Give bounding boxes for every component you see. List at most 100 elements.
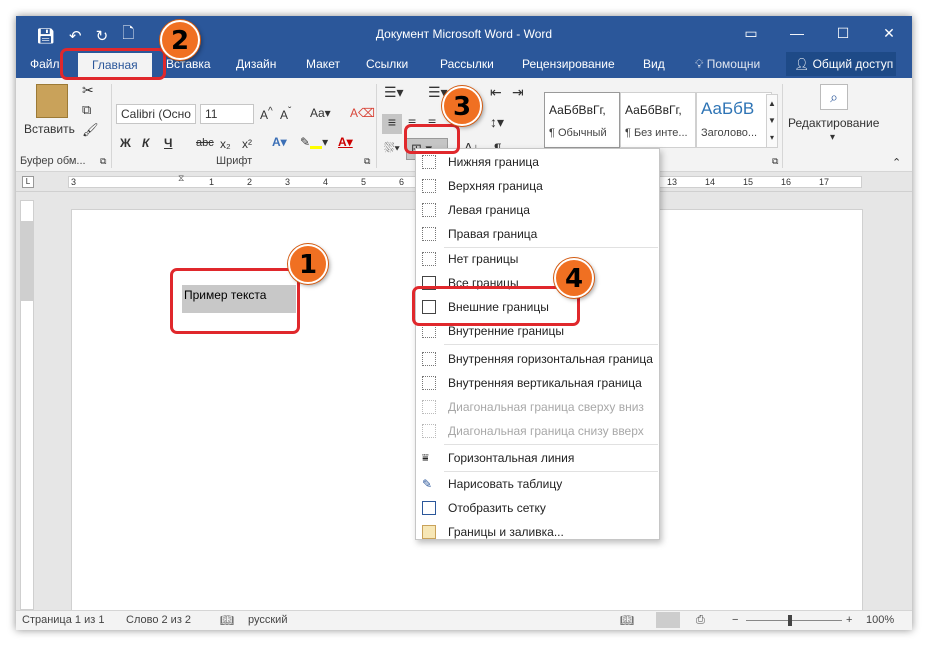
copy-icon[interactable]: ⧉ — [82, 102, 91, 118]
inside-vertical-border-icon — [422, 376, 436, 390]
bold-button[interactable]: Ж — [120, 136, 131, 150]
inside-borders-icon — [422, 324, 436, 338]
tab-view[interactable]: Вид — [643, 50, 665, 78]
close-button[interactable]: ✕ — [866, 16, 912, 50]
tab-review[interactable]: Рецензирование — [522, 50, 615, 78]
font-color-icon[interactable]: A▾ — [338, 135, 353, 149]
clipboard-launcher-icon[interactable]: ⧉ — [100, 156, 106, 167]
font-name-box[interactable]: Calibri (Осно — [116, 104, 196, 124]
collapse-ribbon-icon[interactable]: ⌃ — [892, 156, 901, 169]
format-painter-icon[interactable]: 🖌︎ — [82, 122, 99, 138]
clipboard-group-label: Буфер обм... — [20, 155, 86, 167]
highlight-swatch — [310, 146, 323, 149]
cut-icon[interactable]: ✂ — [82, 82, 94, 99]
ruler-number: 2 — [247, 177, 253, 187]
step-badge-2: 2 — [160, 20, 200, 60]
tab-file[interactable]: Файл — [30, 50, 60, 78]
style-no-spacing[interactable]: АаБбВвГг, ¶ Без инте... — [620, 92, 696, 148]
menu-item-no-border[interactable]: Нет границы — [416, 247, 659, 271]
tab-selector-icon[interactable]: L — [22, 176, 34, 188]
style-normal[interactable]: АаБбВвГг, ¶ Обычный — [544, 92, 620, 148]
strikethrough-button[interactable]: abc — [196, 137, 214, 149]
zoom-level[interactable]: 100% — [866, 614, 894, 626]
search-icon[interactable]: ⌕ — [820, 84, 848, 110]
word-window: 💾︎ ↶ ↻ 🗋︎ Документ Microsoft Word - Word… — [16, 16, 912, 630]
diagonal-up-border-icon — [422, 424, 436, 438]
menu-item-label: Нет границы — [448, 252, 519, 266]
decrease-indent-icon[interactable]: ⇤ — [490, 84, 502, 101]
diagonal-down-border-icon — [422, 400, 436, 414]
menu-item-view-gridlines[interactable]: Отобразить сетку — [416, 496, 659, 520]
shading-icon[interactable]: ⛆▾ — [384, 140, 400, 156]
menu-item-horizontal-line[interactable]: ⩸ Горизонтальная линия — [416, 446, 659, 470]
increase-indent-icon[interactable]: ⇥ — [512, 84, 524, 101]
tab-design[interactable]: Дизайн — [236, 50, 276, 78]
menu-item-draw-table[interactable]: ✎ Нарисовать таблицу — [416, 472, 659, 496]
font-group-label: Шрифт — [216, 155, 253, 167]
no-border-icon — [422, 252, 436, 266]
menu-item-left-border[interactable]: Левая граница — [416, 198, 659, 222]
horizontal-line-icon: ⩸ — [422, 452, 429, 464]
superscript-button[interactable]: x² — [242, 137, 252, 151]
print-layout-icon[interactable] — [656, 612, 680, 628]
line-spacing-icon[interactable]: ↕▾ — [490, 114, 504, 131]
grow-font-icon[interactable]: A^ — [260, 106, 273, 122]
paste-button[interactable]: Вставить — [24, 122, 75, 136]
text-effects-icon[interactable]: A▾ — [272, 135, 287, 149]
zoom-slider[interactable] — [746, 620, 842, 621]
menu-item-label: Нижняя граница — [448, 155, 539, 169]
menu-item-inside-horizontal-border[interactable]: Внутренняя горизонтальная граница — [416, 347, 659, 371]
change-case-icon[interactable]: Aa▾ — [310, 106, 331, 120]
indent-marker-icon[interactable]: ⧖ — [178, 173, 184, 184]
view-gridlines-icon — [422, 501, 436, 515]
zoom-slider-thumb[interactable] — [788, 615, 792, 626]
font-launcher-icon[interactable]: ⧉ — [364, 156, 370, 167]
menu-item-top-border[interactable]: Верхняя граница — [416, 174, 659, 198]
menu-item-label: Внутренняя горизонтальная граница — [448, 352, 653, 366]
menu-item-label: Диагональная граница снизу вверх — [448, 424, 644, 438]
menu-item-right-border[interactable]: Правая граница — [416, 222, 659, 246]
bullets-icon[interactable]: ☰▾ — [384, 84, 404, 101]
window-controls: ▭ — ☐ ✕ — [728, 16, 912, 50]
paste-icon[interactable] — [36, 84, 68, 118]
minimize-button[interactable]: — — [774, 16, 820, 50]
tell-me-search[interactable]: 💡︎ Помощни — [695, 50, 760, 78]
tab-layout[interactable]: Макет — [306, 50, 340, 78]
proofing-icon[interactable]: 📖︎ — [220, 614, 234, 627]
maximize-button[interactable]: ☐ — [820, 16, 866, 50]
highlight-color-icon[interactable]: ✎ ▾ — [300, 135, 328, 149]
zoom-in-icon[interactable]: + — [846, 614, 852, 626]
menu-item-label: Верхняя граница — [448, 179, 543, 193]
style-heading[interactable]: АаБбВ Заголово... — [696, 92, 772, 148]
styles-launcher-icon[interactable]: ⧉ — [772, 156, 778, 167]
share-button[interactable]: 👤︎ Общий доступ — [786, 52, 896, 76]
zoom-out-icon[interactable]: − — [732, 614, 738, 626]
menu-item-label: Левая граница — [448, 203, 530, 217]
shrink-font-icon[interactable]: Aˇ — [280, 106, 291, 122]
tab-references[interactable]: Ссылки — [366, 50, 408, 78]
web-layout-icon[interactable]: ⎙ — [696, 614, 705, 627]
menu-item-inside-vertical-border[interactable]: Внутренняя вертикальная граница — [416, 371, 659, 395]
style-sample: АаБбВвГг, — [549, 103, 606, 117]
step-badge-3: 3 — [442, 86, 482, 126]
group-divider — [111, 84, 112, 168]
ribbon-display-options-icon[interactable]: ▭ — [728, 16, 774, 50]
underline-button[interactable]: Ч — [164, 136, 172, 150]
read-mode-icon[interactable]: 📖︎ — [620, 614, 634, 627]
ruler-number: 5 — [361, 177, 367, 187]
menu-item-borders-and-shading[interactable]: Границы и заливка... — [416, 520, 659, 544]
editing-button[interactable]: Редактирование — [788, 116, 879, 130]
subscript-button[interactable]: x₂ — [220, 137, 231, 151]
italic-button[interactable]: К — [142, 136, 149, 150]
clear-formatting-icon[interactable]: A⌫ — [350, 106, 375, 120]
align-left-icon[interactable]: ≡ — [382, 114, 402, 134]
language[interactable]: русский — [248, 614, 287, 626]
styles-scroll[interactable]: ▲ ▼ ▾ — [766, 94, 778, 148]
borders-and-shading-icon — [422, 525, 436, 539]
group-divider — [376, 84, 377, 168]
word-count[interactable]: Слово 2 из 2 — [126, 614, 191, 626]
callout-highlight-outside-borders — [412, 286, 580, 326]
page-count[interactable]: Страница 1 из 1 — [22, 614, 104, 626]
font-size-box[interactable]: 11 — [200, 104, 254, 124]
tab-mailings[interactable]: Рассылки — [440, 50, 494, 78]
